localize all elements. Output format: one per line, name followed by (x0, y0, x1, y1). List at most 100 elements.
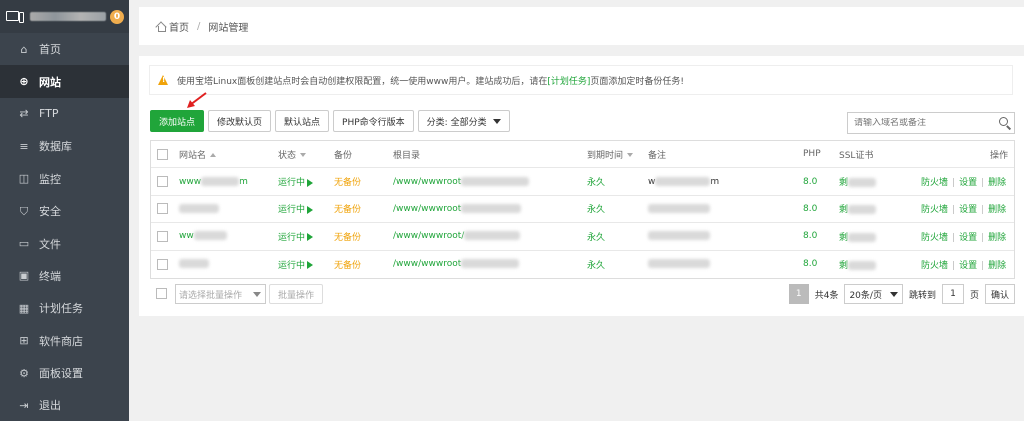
site-remark[interactable]: wm (648, 176, 719, 187)
site-status[interactable]: 运行中 (278, 175, 314, 188)
page-size-select[interactable]: 20条/页 (844, 284, 903, 304)
header-expire[interactable]: 到期时间 (587, 148, 634, 161)
row-checkbox[interactable] (157, 203, 168, 215)
settings-link[interactable]: 设置 (959, 261, 977, 271)
sidebar-item[interactable]: ▦ 计划任务 (0, 292, 129, 324)
firewall-link[interactable]: 防火墙 (921, 205, 948, 215)
site-remark[interactable] (648, 203, 710, 214)
sidebar-item[interactable]: ⌂ 首页 (0, 33, 129, 65)
batch-action-button[interactable]: 批量操作 (269, 284, 324, 304)
site-status[interactable]: 运行中 (278, 230, 314, 243)
sidebar-item[interactable]: ⊕ 网站 (0, 65, 129, 98)
site-expire[interactable]: 永久 (587, 230, 605, 243)
sidebar-item[interactable]: ▭ 文件 (0, 227, 129, 259)
site-expire[interactable]: 永久 (587, 202, 605, 215)
shield-icon: ⛉ (19, 204, 29, 218)
settings-link[interactable]: 设置 (959, 178, 977, 188)
breadcrumb-separator: / (197, 20, 201, 32)
site-name-link[interactable]: www m (179, 176, 248, 187)
row-checkbox[interactable] (157, 258, 168, 270)
sidebar-item[interactable]: ≡ 数据库 (0, 130, 129, 162)
play-icon (307, 205, 314, 214)
select-all-checkbox[interactable] (157, 148, 168, 160)
row-ops: 防火墙 | 设置 | 删除 (921, 232, 1007, 243)
site-status[interactable]: 运行中 (278, 202, 314, 215)
delete-link[interactable]: 删除 (988, 205, 1006, 215)
chevron-down-icon (889, 291, 898, 297)
search-input[interactable] (848, 118, 996, 128)
sidebar-item[interactable]: ▣ 终端 (0, 260, 129, 292)
settings-link[interactable]: 设置 (959, 233, 977, 243)
batch-action-select[interactable]: 请选择批量操作 (175, 284, 266, 304)
site-root-link[interactable]: /www/wwwroot (393, 176, 530, 187)
site-backup-link[interactable]: 无备份 (334, 175, 361, 188)
header-name[interactable]: 网站名 (179, 148, 217, 161)
sidebar-item[interactable]: ⚙ 面板设置 (0, 357, 129, 389)
sidebar-item[interactable]: ⛉ 安全 (0, 195, 129, 227)
site-remark[interactable] (648, 259, 710, 269)
jump-page-input[interactable]: 1 (941, 284, 964, 304)
notification-badge[interactable]: 0 (110, 9, 124, 24)
jump-confirm-button[interactable]: 确认 (984, 284, 1015, 304)
search-icon[interactable] (996, 114, 1014, 132)
firewall-link[interactable]: 防火墙 (921, 178, 948, 188)
site-name-link[interactable] (179, 203, 219, 214)
site-remark[interactable] (648, 231, 710, 241)
sidebar-item-label: 计划任务 (39, 302, 83, 316)
table-row: www m 运行中 无备份/www/wwwroot 永久 w m 8.0 剩 防火墙 | 设置 | 删除 (151, 168, 1014, 196)
breadcrumb: 首页 / 网站管理 (139, 7, 1024, 45)
sidebar-item[interactable]: ⇄ FTP (0, 98, 129, 130)
chevron-down-icon (492, 118, 501, 124)
delete-link[interactable]: 删除 (988, 261, 1006, 271)
default-site-button[interactable]: 默认站点 (275, 110, 330, 132)
firewall-link[interactable]: 防火墙 (921, 233, 948, 243)
php-cli-version-button[interactable]: PHP命令行版本 (333, 110, 414, 132)
site-name-link[interactable] (179, 259, 209, 269)
site-php-version[interactable]: 8.0 (803, 177, 817, 187)
settings-link[interactable]: 设置 (959, 205, 977, 215)
edit-default-page-button[interactable]: 修改默认页 (208, 110, 272, 132)
row-checkbox[interactable] (157, 230, 168, 242)
site-ssl[interactable]: 剩 (839, 175, 877, 188)
site-status[interactable]: 运行中 (278, 258, 314, 271)
sidebar-item[interactable]: ⇥ 退出 (0, 389, 129, 421)
ftp-icon: ⇄ (19, 107, 29, 121)
sidebar-item-label: 终端 (39, 269, 61, 283)
site-ssl[interactable]: 剩 (839, 258, 877, 271)
site-root-link[interactable]: /www/wwwroot/ (393, 231, 521, 241)
delete-link[interactable]: 删除 (988, 233, 1006, 243)
site-root-link[interactable]: /www/wwwroot (393, 259, 520, 269)
site-php-version[interactable]: 8.0 (803, 204, 817, 214)
toolbar: 添加站点 修改默认页 默认站点 PHP命令行版本 分类: 全部分类 (150, 110, 510, 134)
sidebar-item-label: 文件 (39, 237, 61, 251)
row-checkbox[interactable] (157, 176, 168, 188)
site-backup-link[interactable]: 无备份 (334, 202, 361, 215)
page-current[interactable]: 1 (788, 284, 809, 304)
header-status[interactable]: 状态 (278, 148, 307, 161)
site-ssl[interactable]: 剩 (839, 230, 877, 243)
sidebar-item[interactable]: ◫ 监控 (0, 163, 129, 195)
category-select[interactable]: 分类: 全部分类 (417, 110, 510, 132)
site-root-link[interactable]: /www/wwwroot (393, 203, 522, 214)
site-expire[interactable]: 永久 (587, 175, 605, 188)
site-expire[interactable]: 永久 (587, 258, 605, 271)
sidebar-item[interactable]: ⊞ 软件商店 (0, 325, 129, 357)
breadcrumb-home[interactable]: 首页 (169, 19, 189, 34)
sidebar-item-label: 安全 (39, 205, 61, 219)
site-name-link[interactable]: ww (179, 231, 227, 241)
home-icon (156, 22, 166, 32)
footer-select-all-checkbox[interactable] (156, 288, 167, 299)
firewall-link[interactable]: 防火墙 (921, 261, 948, 271)
site-php-version[interactable]: 8.0 (803, 259, 817, 269)
site-ssl[interactable]: 剩 (839, 202, 877, 215)
site-backup-link[interactable]: 无备份 (334, 258, 361, 271)
header-root: 根目录 (393, 150, 421, 161)
sidebar-item-label: 退出 (39, 399, 61, 413)
header-backup: 备份 (334, 150, 353, 161)
site-backup-link[interactable]: 无备份 (334, 230, 361, 243)
row-ops: 防火墙 | 设置 | 删除 (921, 260, 1007, 271)
cron-task-link[interactable]: [计划任务] (547, 77, 590, 87)
delete-link[interactable]: 删除 (988, 178, 1006, 188)
site-php-version[interactable]: 8.0 (803, 231, 817, 241)
add-site-button[interactable]: 添加站点 (150, 110, 205, 132)
